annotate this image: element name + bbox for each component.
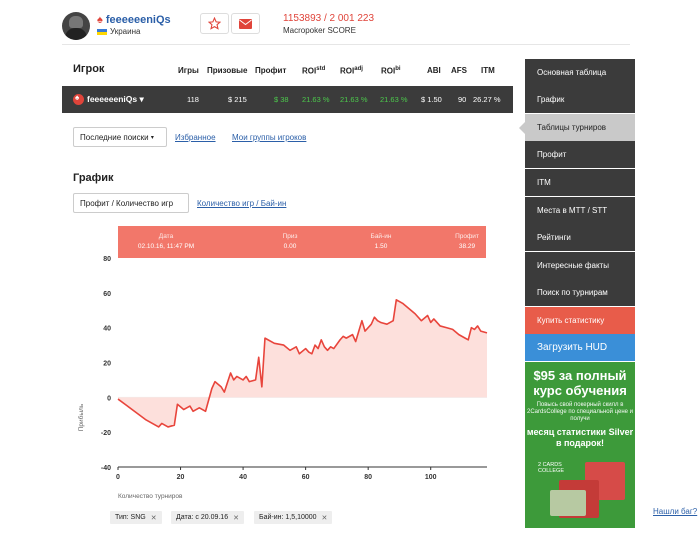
x-tick-label: 20 — [177, 474, 185, 481]
x-tick-label: 80 — [364, 474, 372, 481]
filter-tag-buyin[interactable]: Бай-ин: 1,5,10000 ✕ — [254, 511, 333, 524]
filter-tag-date[interactable]: Дата: с 20.09.16 ✕ — [171, 511, 244, 524]
report-bug-link[interactable]: Нашли баг? — [653, 507, 697, 516]
filter-tag-buyin-label: Бай-ин: 1,5,10000 — [259, 514, 317, 521]
close-icon[interactable]: ✕ — [322, 514, 328, 522]
y-tick-label: 0 — [107, 395, 111, 402]
sidebar-item-tournament-tables[interactable]: Таблицы турниров — [525, 114, 635, 141]
sidebar-item-main-table[interactable]: Основная таблица — [525, 59, 635, 86]
x-tick-label: 40 — [239, 474, 247, 481]
filter-tag-type[interactable]: Тип: SNG ✕ — [110, 511, 162, 524]
y-tick-label: 80 — [103, 256, 111, 263]
sidebar-item-places[interactable]: Места в МТТ / STT — [525, 197, 635, 224]
promo-body: Повысь свой покерный скилл в 2CardsColle… — [527, 402, 633, 422]
money-image — [550, 490, 586, 516]
x-tick-label: 0 — [116, 474, 120, 481]
promo-logo: 2 CARDS COLLEGE — [538, 462, 564, 474]
x-tick-label: 60 — [302, 474, 310, 481]
x-tick-label: 100 — [425, 474, 437, 481]
y-tick-label: 20 — [103, 361, 111, 368]
y-tick-label: -40 — [101, 465, 111, 472]
sidebar-item-graph[interactable]: График — [525, 86, 635, 113]
sidebar-item-tournament-search[interactable]: Поиск по турнирам — [525, 279, 635, 306]
buy-stats-button[interactable]: Купить статистику — [525, 307, 635, 334]
sidebar-item-facts[interactable]: Интересные факты — [525, 252, 635, 279]
y-tick-label: 60 — [103, 291, 111, 298]
filter-tag-type-label: Тип: SNG — [115, 514, 146, 521]
promo-banner[interactable]: $95 за полный курс обучения Повысь свой … — [525, 362, 635, 528]
download-hud-button[interactable]: Загрузить HUD — [525, 334, 635, 361]
page: ♠ feeeeeeniQs Украина 1153893 / 2 001 223… — [0, 0, 700, 536]
y-tick-label: -20 — [101, 430, 111, 437]
close-icon[interactable]: ✕ — [151, 514, 157, 522]
sidebar-item-profit[interactable]: Профит — [525, 141, 635, 168]
x-axis-label: Количество турниров — [118, 493, 183, 500]
close-icon[interactable]: ✕ — [233, 514, 239, 522]
promo-headline: $95 за полный курс обучения — [533, 368, 627, 398]
promo-offer: месяц статистики Silver в подарок! — [526, 427, 634, 448]
sidebar-item-itm[interactable]: ITM — [525, 169, 635, 196]
sidebar-item-ratings[interactable]: Рейтинги — [525, 224, 635, 251]
filter-tag-date-label: Дата: с 20.09.16 — [176, 514, 229, 521]
y-axis-label: Прибыль — [77, 403, 85, 431]
y-tick-label: 40 — [103, 326, 111, 333]
